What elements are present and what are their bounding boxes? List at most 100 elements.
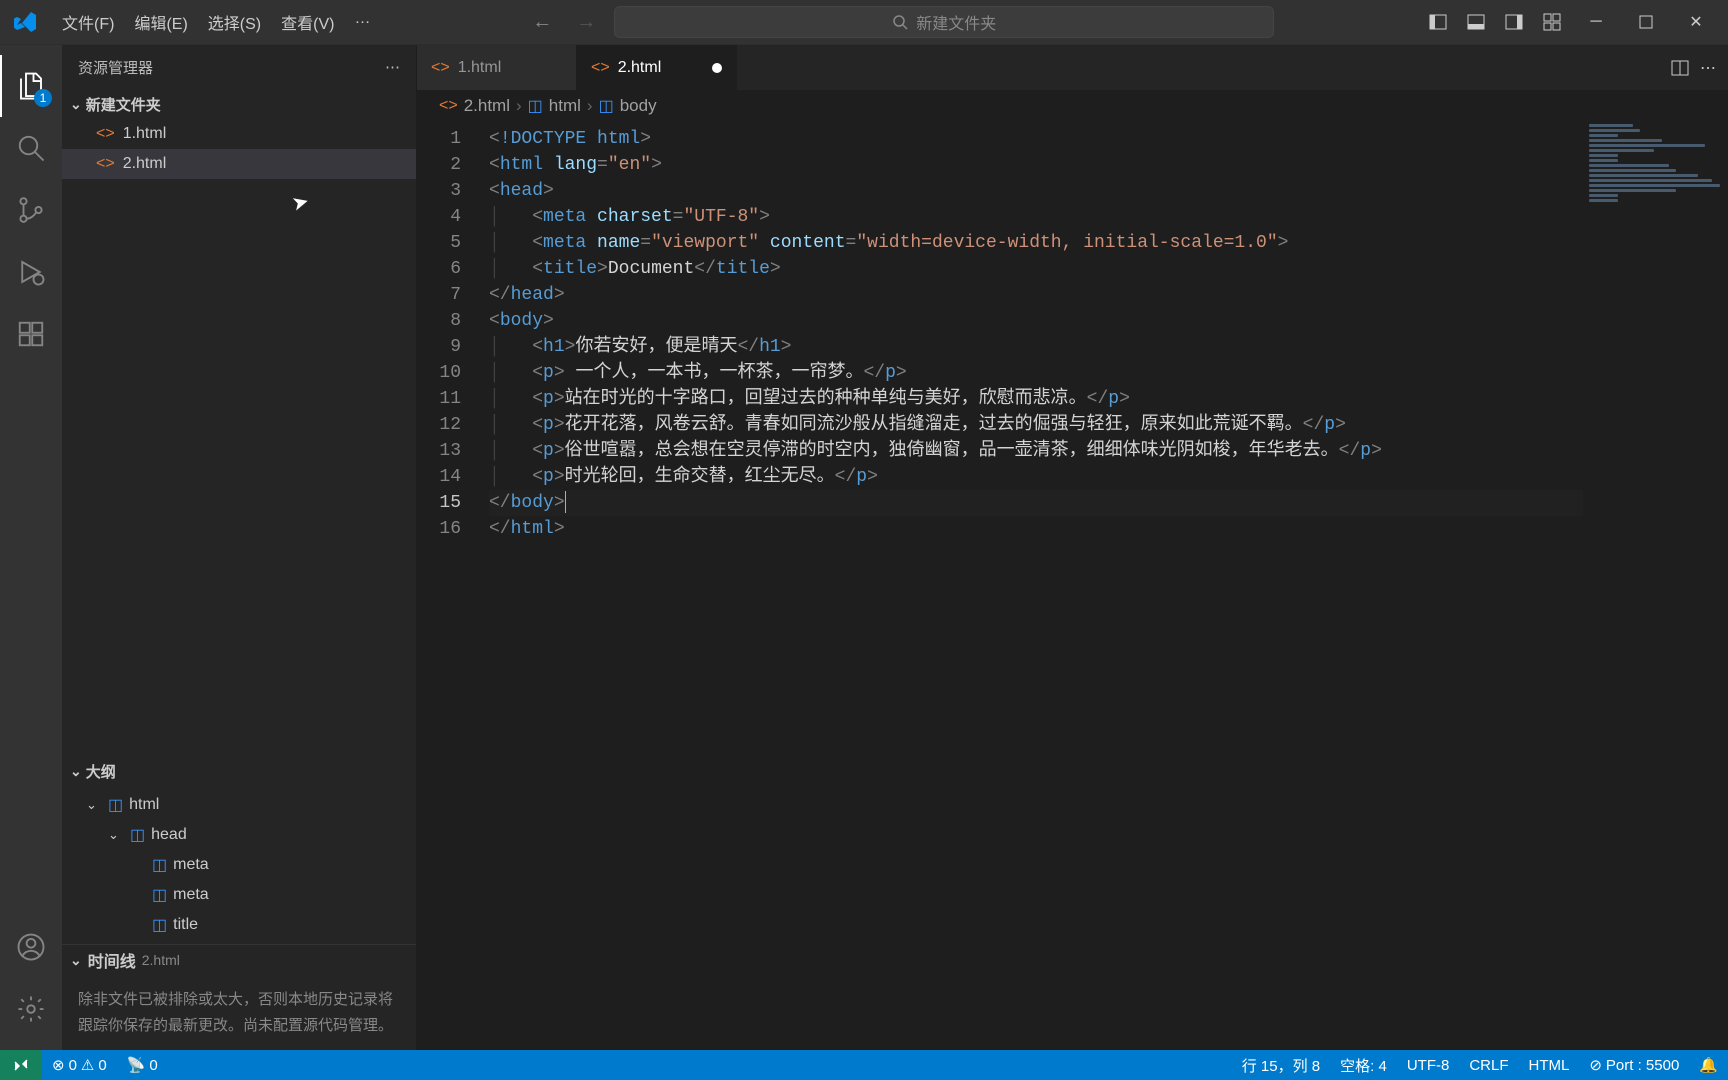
status-language[interactable]: HTML: [1519, 1057, 1580, 1074]
outline-item[interactable]: ◫ title: [62, 910, 416, 940]
activity-source-control[interactable]: [0, 179, 62, 241]
status-eol[interactable]: CRLF: [1459, 1057, 1518, 1074]
layout-sidebar-left-icon[interactable]: [1420, 4, 1456, 40]
outline-label: head: [151, 826, 187, 844]
symbol-icon: ◫: [152, 855, 167, 875]
chevron-down-icon: ⌄: [70, 952, 82, 969]
menu-item[interactable]: …: [344, 6, 380, 38]
activity-bar: 1: [0, 45, 62, 1050]
outline-title: 大纲: [86, 761, 116, 782]
editor-area: <> 1.html <> 2.html ⋯ <> 2.html › ◫ html › …: [417, 45, 1728, 1050]
file-item[interactable]: <> 2.html: [62, 149, 416, 179]
editor-tab[interactable]: <> 2.html: [577, 45, 737, 90]
html-file-icon: <>: [96, 125, 115, 143]
editor-tabs: <> 1.html <> 2.html ⋯: [417, 45, 1728, 90]
status-cursor-position[interactable]: 行 15，列 8: [1232, 1055, 1330, 1076]
timeline-header[interactable]: ⌄ 时间线 2.html: [62, 945, 416, 975]
html-file-icon: <>: [431, 59, 450, 77]
symbol-icon: ◫: [152, 915, 167, 935]
sidebar-title: 资源管理器: [78, 57, 153, 78]
warning-icon: ⚠: [81, 1056, 94, 1074]
nav-forward-icon[interactable]: →: [570, 9, 602, 36]
outline-label: meta: [173, 886, 209, 904]
search-icon: [892, 14, 908, 30]
title-bar: 文件(F)编辑(E)选择(S)查看(V)… ← → 新建文件夹 ─ ✕: [0, 0, 1728, 45]
breadcrumb-body: body: [620, 96, 657, 116]
window-minimize-button[interactable]: ─: [1572, 4, 1620, 40]
outline-item[interactable]: ⌄ ◫ html: [62, 790, 416, 820]
file-name: 2.html: [123, 155, 167, 173]
outline-header[interactable]: ⌄ 大纲: [62, 756, 416, 786]
activity-explorer[interactable]: 1: [0, 55, 62, 117]
window-close-button[interactable]: ✕: [1672, 4, 1720, 40]
menu-item[interactable]: 查看(V): [271, 6, 344, 38]
broadcast-off-icon: ⊘: [1589, 1056, 1602, 1074]
layout-sidebar-right-icon[interactable]: [1496, 4, 1532, 40]
bell-icon: 🔔: [1699, 1056, 1718, 1074]
activity-settings[interactable]: [0, 978, 62, 1040]
folder-name: 新建文件夹: [86, 94, 161, 115]
status-notifications[interactable]: 🔔: [1689, 1056, 1728, 1074]
symbol-icon: ◫: [130, 825, 145, 845]
broadcast-icon: 📡: [127, 1056, 146, 1074]
timeline-file: 2.html: [142, 952, 180, 968]
outline-label: title: [173, 916, 198, 934]
html-file-icon: <>: [96, 155, 115, 173]
code-editor[interactable]: 12345678910111213141516 <!DOCTYPE html><…: [417, 122, 1728, 1050]
activity-accounts[interactable]: [0, 916, 62, 978]
editor-more-icon[interactable]: ⋯: [1700, 58, 1716, 78]
symbol-icon: ◫: [599, 96, 614, 116]
symbol-icon: ◫: [152, 885, 167, 905]
activity-search[interactable]: [0, 117, 62, 179]
split-editor-icon[interactable]: [1670, 58, 1690, 78]
search-placeholder: 新建文件夹: [916, 10, 996, 34]
menu-item[interactable]: 选择(S): [198, 6, 271, 38]
folder-header[interactable]: ⌄ 新建文件夹: [62, 89, 416, 119]
timeline-title: 时间线: [88, 948, 136, 972]
outline-item[interactable]: ◫ meta: [62, 880, 416, 910]
chevron-down-icon: ⌄: [86, 797, 102, 813]
symbol-icon: ◫: [108, 795, 123, 815]
breadcrumb-html: html: [549, 96, 581, 116]
status-problems[interactable]: ⊗0 ⚠0: [42, 1056, 117, 1074]
symbol-icon: ◫: [528, 96, 543, 116]
window-maximize-button[interactable]: [1622, 4, 1670, 40]
error-icon: ⊗: [52, 1056, 65, 1074]
command-center-search[interactable]: 新建文件夹: [614, 6, 1274, 38]
nav-back-icon[interactable]: ←: [526, 9, 558, 36]
html-file-icon: <>: [439, 97, 458, 115]
explorer-sidebar: 资源管理器 ⋯ ⌄ 新建文件夹 <>1.html<>2.html ⌄ 大纲 ⌄◫…: [62, 45, 417, 1050]
activity-run-debug[interactable]: [0, 241, 62, 303]
status-indentation[interactable]: 空格: 4: [1330, 1055, 1397, 1076]
outline-item[interactable]: ◫ meta: [62, 850, 416, 880]
status-bar: ⊗0 ⚠0 📡0 行 15，列 8 空格: 4 UTF-8 CRLF HTML …: [0, 1050, 1728, 1080]
tab-label: 2.html: [618, 59, 662, 77]
minimap[interactable]: [1583, 122, 1728, 522]
file-item[interactable]: <>1.html: [62, 119, 416, 149]
timeline-message: 除非文件已被排除或太大，否则本地历史记录将跟踪你保存的最新更改。尚未配置源代码管…: [62, 975, 416, 1050]
html-file-icon: <>: [591, 59, 610, 77]
layout-panel-icon[interactable]: [1458, 4, 1494, 40]
menu-item[interactable]: 文件(F): [52, 6, 124, 38]
sidebar-more-icon[interactable]: ⋯: [385, 58, 400, 76]
vscode-logo-icon: [14, 10, 38, 34]
remote-indicator[interactable]: [0, 1050, 42, 1080]
menu-item[interactable]: 编辑(E): [124, 6, 197, 38]
outline-label: html: [129, 796, 159, 814]
outline-item[interactable]: ⌄ ◫ head: [62, 820, 416, 850]
status-live-server[interactable]: ⊘Port : 5500: [1579, 1056, 1689, 1074]
breadcrumbs[interactable]: <> 2.html › ◫ html › ◫ body: [417, 90, 1728, 122]
outline-label: meta: [173, 856, 209, 874]
tab-label: 1.html: [458, 59, 502, 77]
activity-extensions[interactable]: [0, 303, 62, 365]
chevron-down-icon: ⌄: [108, 827, 124, 843]
status-port-forward[interactable]: 📡0: [117, 1056, 168, 1074]
breadcrumb-file: 2.html: [464, 96, 510, 116]
editor-tab[interactable]: <> 1.html: [417, 45, 577, 90]
chevron-down-icon: ⌄: [70, 96, 82, 113]
customize-layout-icon[interactable]: [1534, 4, 1570, 40]
dirty-indicator-icon: [712, 63, 722, 73]
chevron-down-icon: ⌄: [70, 763, 82, 780]
status-encoding[interactable]: UTF-8: [1397, 1057, 1460, 1074]
explorer-badge: 1: [34, 89, 52, 107]
